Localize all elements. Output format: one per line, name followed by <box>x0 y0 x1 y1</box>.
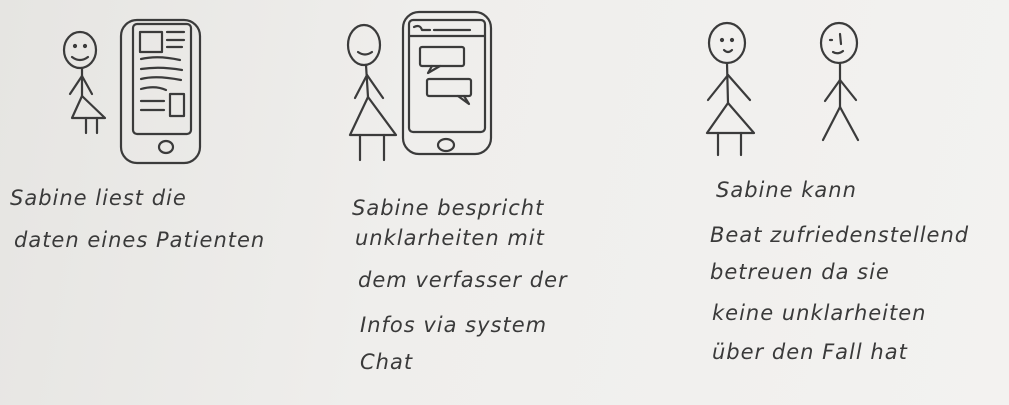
caption-line: betreuen da sie <box>710 260 890 284</box>
caption-line: daten eines Patienten <box>14 228 266 252</box>
panel3-sabine-figure <box>705 21 756 157</box>
caption-line: Chat <box>360 350 414 374</box>
caption-line: Sabine bespricht <box>352 196 545 220</box>
caption-line: dem verfasser der <box>358 268 568 292</box>
panel2-phone-chat-icon <box>401 10 493 156</box>
panel1-phone-icon <box>119 18 202 165</box>
panel2-sabine-figure <box>346 23 398 162</box>
caption-line: keine unklarheiten <box>712 301 927 325</box>
caption-line: unklarheiten mit <box>355 226 545 250</box>
caption-line: Infos via system <box>360 313 548 337</box>
panel3-beat-figure <box>819 21 860 142</box>
caption-line: über den Fall hat <box>712 340 908 364</box>
caption-line: Sabine kann <box>716 178 857 202</box>
panel1-sabine-figure <box>62 30 107 135</box>
caption-line: Sabine liest die <box>10 186 187 210</box>
caption-line: Beat zufriedenstellend <box>710 223 970 247</box>
